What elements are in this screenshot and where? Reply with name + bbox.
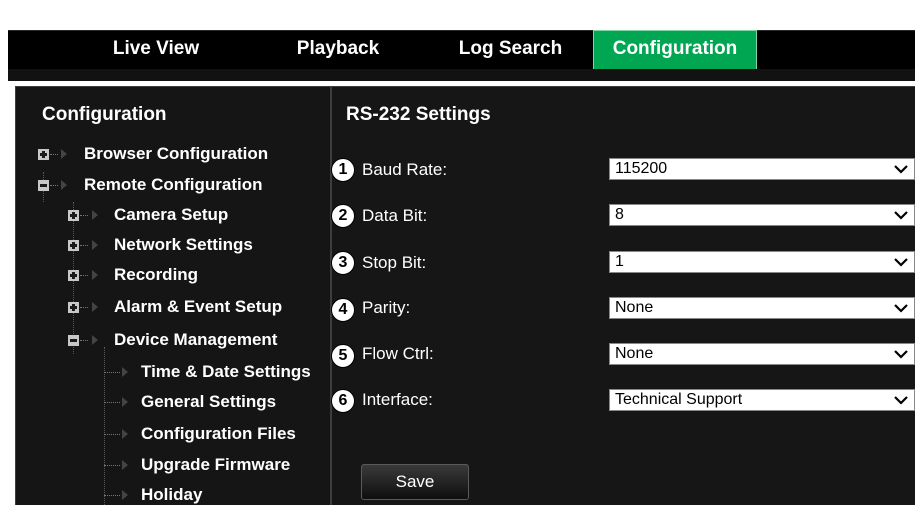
data-bit-label: Data Bit: — [362, 206, 428, 225]
sidebar-item-alarm-event-setup[interactable]: Alarm & Event Setup — [16, 294, 330, 322]
callout-number-2: 2 — [331, 204, 355, 228]
sidebar-item-label: Recording — [114, 265, 199, 284]
data-bit-select[interactable]: 8 — [609, 204, 915, 226]
sidebar: Configuration Browser Configuration Remo… — [15, 86, 331, 505]
sidebar-item-camera-setup[interactable]: Camera Setup — [16, 202, 330, 230]
plus-box-icon[interactable] — [68, 302, 79, 313]
main-panel: RS-232 Settings — [331, 86, 915, 505]
sidebar-item-label: General Settings — [141, 392, 277, 411]
triangle-right-icon — [92, 335, 98, 345]
stop-bit-select[interactable]: 1 — [609, 251, 915, 273]
parity-select[interactable]: None — [609, 297, 915, 319]
triangle-right-icon — [92, 240, 98, 250]
plus-box-icon[interactable] — [38, 149, 49, 160]
triangle-right-icon — [92, 210, 98, 220]
sidebar-item-label: Network Settings — [114, 235, 253, 254]
triangle-right-icon — [122, 490, 128, 500]
sidebar-item-label: Holiday — [141, 485, 203, 504]
save-button[interactable]: Save — [361, 464, 469, 500]
sidebar-item-browser-configuration[interactable]: Browser Configuration — [16, 141, 330, 169]
plus-box-icon[interactable] — [68, 210, 79, 221]
callout-number-6: 6 — [331, 389, 355, 413]
sidebar-item-label: Alarm & Event Setup — [114, 297, 283, 316]
sidebar-item-device-management[interactable]: Device Management — [16, 327, 330, 355]
sidebar-item-upgrade-firmware[interactable]: Upgrade Firmware — [16, 452, 330, 480]
minus-box-icon[interactable] — [68, 335, 79, 346]
sidebar-item-recording[interactable]: Recording — [16, 262, 330, 290]
callout-number-4: 4 — [331, 298, 355, 322]
interface-select[interactable]: Technical Support — [609, 389, 915, 411]
sidebar-item-time-date-settings[interactable]: Time & Date Settings — [16, 359, 330, 387]
sidebar-item-remote-configuration[interactable]: Remote Configuration — [16, 172, 330, 200]
sidebar-item-label: Browser Configuration — [84, 144, 269, 163]
interface-value: Technical Support — [615, 391, 743, 408]
stop-bit-value: 1 — [615, 253, 624, 270]
callout-number-3: 3 — [331, 251, 355, 275]
triangle-right-icon — [92, 270, 98, 280]
tab-log-search[interactable]: Log Search — [438, 31, 583, 69]
sidebar-item-label: Upgrade Firmware — [141, 455, 291, 474]
triangle-right-icon — [122, 460, 128, 470]
chevron-down-icon — [894, 304, 908, 313]
parity-label: Parity: — [362, 298, 411, 317]
callout-number-5: 5 — [331, 344, 355, 368]
triangle-right-icon — [122, 397, 128, 407]
chevron-down-icon — [894, 258, 908, 267]
sidebar-item-label: Configuration Files — [141, 424, 296, 443]
sidebar-item-network-settings[interactable]: Network Settings — [16, 232, 330, 260]
sidebar-item-label: Camera Setup — [114, 205, 229, 224]
triangle-right-icon — [92, 302, 98, 312]
interface-label: Interface: — [362, 390, 433, 409]
chevron-down-icon — [894, 211, 908, 220]
triangle-right-icon — [61, 180, 67, 190]
plus-box-icon[interactable] — [68, 240, 79, 251]
flow-ctrl-value: None — [615, 345, 654, 362]
chevron-down-icon — [894, 396, 908, 405]
baud-rate-select[interactable]: 115200 — [609, 158, 915, 180]
minus-box-icon[interactable] — [38, 180, 49, 191]
flow-ctrl-label: Flow Ctrl: — [362, 344, 434, 363]
sidebar-item-label: Remote Configuration — [84, 175, 263, 194]
parity-value: None — [615, 299, 654, 316]
triangle-right-icon — [61, 149, 67, 159]
triangle-right-icon — [122, 429, 128, 439]
plus-box-icon[interactable] — [68, 270, 79, 281]
sidebar-item-label: Device Management — [114, 330, 278, 349]
baud-rate-label: Baud Rate: — [362, 160, 448, 179]
sidebar-item-label: Time & Date Settings — [141, 362, 311, 381]
flow-ctrl-select[interactable]: None — [609, 343, 915, 365]
baud-rate-value: 115200 — [615, 160, 668, 177]
tab-configuration[interactable]: Configuration — [593, 30, 757, 70]
sidebar-item-configuration-files[interactable]: Configuration Files — [16, 421, 330, 449]
top-nav-bar: Live View Playback Log Search Configurat… — [8, 30, 915, 70]
triangle-right-icon — [122, 367, 128, 377]
nav-stripe — [8, 69, 915, 81]
sidebar-item-holiday[interactable]: Holiday — [16, 482, 330, 510]
data-bit-value: 8 — [615, 206, 624, 223]
sidebar-title: Configuration — [42, 104, 167, 125]
chevron-down-icon — [894, 165, 908, 174]
tab-live-view[interactable]: Live View — [96, 31, 216, 69]
chevron-down-icon — [894, 350, 908, 359]
callout-number-1: 1 — [331, 158, 355, 182]
stop-bit-label: Stop Bit: — [362, 253, 427, 272]
sidebar-item-general-settings[interactable]: General Settings — [16, 389, 330, 417]
page-title: RS-232 Settings — [346, 104, 491, 125]
tab-playback[interactable]: Playback — [278, 31, 398, 69]
